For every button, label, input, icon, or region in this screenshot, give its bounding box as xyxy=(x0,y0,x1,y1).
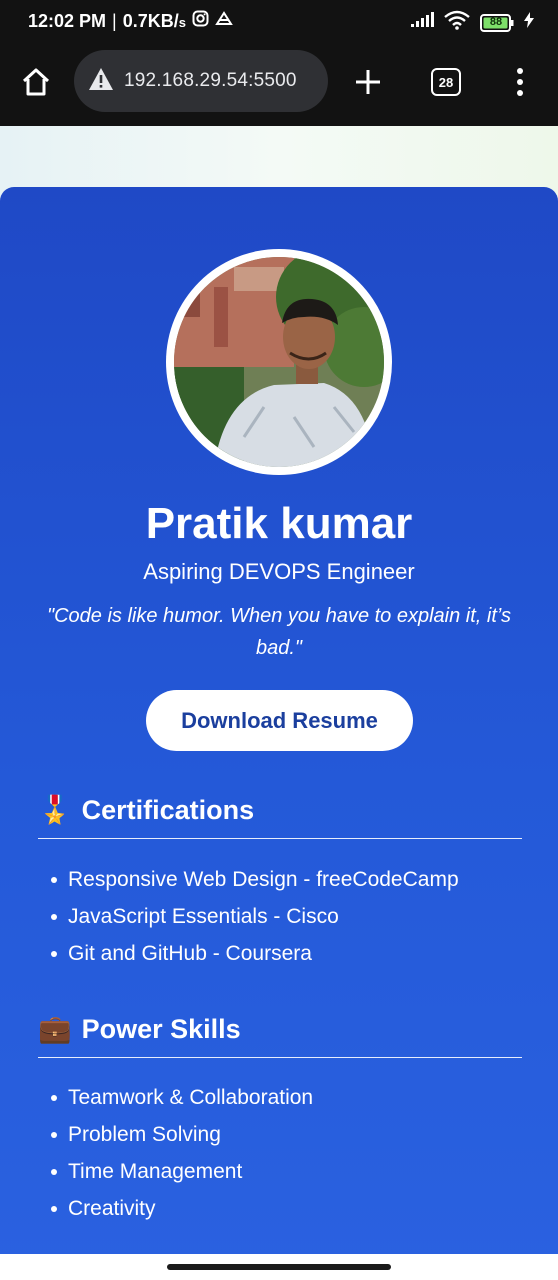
menu-dot xyxy=(517,90,523,96)
address-bar[interactable]: 192.168.29.54:5500 xyxy=(74,50,328,112)
home-icon xyxy=(22,68,50,96)
network-speed-value: 0.7KB/ xyxy=(122,10,179,31)
briefcase-icon: 💼 xyxy=(38,1014,72,1044)
url-text[interactable]: 192.168.29.54:5500 xyxy=(124,70,297,92)
battery-level: 88 xyxy=(489,15,503,28)
power-skills-list: Teamwork & Collaboration Problem Solving… xyxy=(48,1079,313,1227)
medal-icon: 🎖️ xyxy=(38,795,72,825)
vpn-app-icon xyxy=(215,10,233,32)
certifications-heading: 🎖️ Certifications xyxy=(38,782,522,838)
menu-dot xyxy=(517,79,523,85)
network-speed-unit: s xyxy=(178,14,186,30)
status-right: 88 xyxy=(410,10,534,35)
status-separator: | xyxy=(112,10,117,31)
signal-icon xyxy=(410,12,434,33)
status-time: 12:02 PM xyxy=(28,10,107,31)
battery-icon: 88 xyxy=(480,13,514,32)
certifications-title: Certifications xyxy=(81,794,255,825)
certification-item: JavaScript Essentials - Cisco xyxy=(48,898,459,935)
wifi-icon xyxy=(444,10,470,35)
warning-icon[interactable] xyxy=(88,67,114,96)
skill-item: Problem Solving xyxy=(48,1116,313,1153)
gesture-handle[interactable] xyxy=(167,1264,391,1270)
certifications-list: Responsive Web Design - freeCodeCamp Jav… xyxy=(48,861,459,972)
power-skills-divider xyxy=(38,1057,522,1058)
profile-name: Pratik kumar xyxy=(145,499,413,548)
profile-quote: "Code is like humor. When you have to ex… xyxy=(47,605,511,659)
power-skills-title: Power Skills xyxy=(81,1013,241,1044)
instagram-icon xyxy=(192,10,209,32)
skill-item: Creativity xyxy=(48,1190,313,1227)
status-bar: 12:02 PM | 0.7KB/s 88 xyxy=(0,0,558,42)
certification-item: Responsive Web Design - freeCodeCamp xyxy=(48,861,459,898)
browser-toolbar: 192.168.29.54:5500 28 xyxy=(0,42,558,126)
skill-item: Teamwork & Collaboration xyxy=(48,1079,313,1116)
status-left: 12:02 PM | 0.7KB/s xyxy=(28,10,233,32)
certification-item: Git and GitHub - Coursera xyxy=(48,935,459,972)
home-button[interactable] xyxy=(18,64,54,100)
menu-dot xyxy=(517,68,523,74)
plus-icon xyxy=(356,70,380,94)
power-skills-heading: 💼 Power Skills xyxy=(38,1001,522,1057)
charging-icon xyxy=(524,12,534,33)
network-speed: 0.7KB/s xyxy=(123,11,186,32)
tab-switcher-button[interactable]: 28 xyxy=(431,68,461,96)
new-tab-button[interactable] xyxy=(350,64,386,100)
certifications-divider xyxy=(38,838,522,839)
system-navigation-bar xyxy=(0,1254,558,1280)
profile-card: Pratik kumar Aspiring DEVOPS Engineer "C… xyxy=(0,187,558,1254)
avatar-frame xyxy=(166,249,392,475)
download-resume-button[interactable]: Download Resume xyxy=(146,690,413,751)
profile-role: Aspiring DEVOPS Engineer xyxy=(143,559,415,584)
avatar xyxy=(174,257,384,467)
web-page: Pratik kumar Aspiring DEVOPS Engineer "C… xyxy=(0,126,558,1254)
more-menu-button[interactable] xyxy=(508,64,532,100)
skill-item: Time Management xyxy=(48,1153,313,1190)
